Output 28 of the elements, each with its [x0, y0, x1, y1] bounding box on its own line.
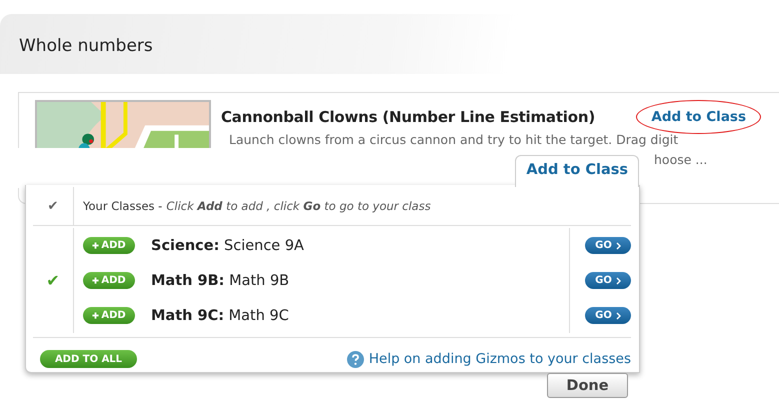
- go-button[interactable]: GO: [585, 272, 631, 289]
- plus-icon: [92, 312, 100, 319]
- chevron-icon: [616, 242, 621, 250]
- add-button[interactable]: ADD: [83, 307, 135, 324]
- plus-icon: [92, 277, 100, 284]
- plus-icon: [92, 242, 100, 249]
- class-name: Science: Science 9A: [151, 238, 305, 254]
- help-icon: [346, 350, 364, 368]
- gizmo-description: Launch clowns from a circus cannon and try to hit the target. Drag digit: [229, 132, 680, 147]
- add-to-all-button[interactable]: ADD TO ALL: [40, 350, 137, 368]
- gizmo-title: Cannonball Clowns (Number Line Estimation): [221, 108, 595, 126]
- chevron-icon: [616, 276, 621, 284]
- header-hint: Click Add to add , click Go to go to your class: [166, 199, 431, 213]
- done-button[interactable]: Done: [547, 373, 628, 398]
- section-title: Whole numbers: [18, 35, 154, 56]
- check-icon: ✔: [48, 198, 58, 214]
- header-label: Your Classes -: [83, 199, 162, 213]
- class-name: Math 9B: Math 9B: [151, 272, 290, 288]
- add-to-class-link[interactable]: Add to Class: [636, 100, 761, 134]
- add-button[interactable]: ADD: [83, 272, 135, 289]
- check-icon: ✔: [46, 271, 60, 290]
- go-button[interactable]: GO: [585, 237, 631, 254]
- class-name: Math 9C: Math 9C: [151, 308, 290, 324]
- go-button[interactable]: GO: [585, 307, 631, 324]
- chevron-icon: [616, 312, 621, 320]
- help-link[interactable]: Help on adding Gizmos to your classes: [346, 350, 631, 368]
- description-text: hoose ...: [654, 152, 708, 167]
- add-button[interactable]: ADD: [83, 237, 135, 254]
